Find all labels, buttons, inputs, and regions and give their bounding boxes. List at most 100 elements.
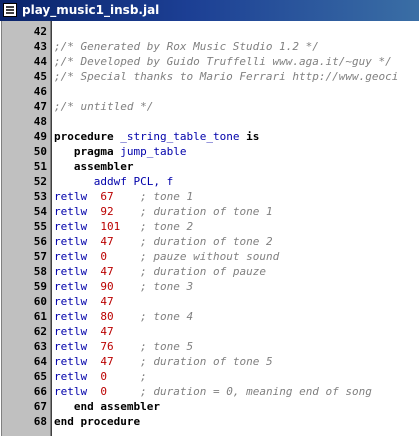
- line-source: retlw 47 ; duration of tone 5: [54, 354, 273, 369]
- line-number: 63: [33, 340, 47, 353]
- comment-text: ; tone 4: [140, 310, 194, 323]
- keyword: procedure: [54, 130, 114, 143]
- instruction: retlw: [54, 310, 88, 323]
- line-number: 67: [33, 400, 47, 413]
- code-line[interactable]: 48: [0, 114, 419, 129]
- instruction: retlw: [54, 370, 88, 383]
- literal-value: 47: [100, 265, 114, 278]
- line-source: retlw 90 ; tone 3: [54, 279, 193, 294]
- code-line[interactable]: 52 addwf PCL, f: [0, 174, 419, 189]
- line-number: 64: [33, 355, 47, 368]
- line-source: ;/* Special thanks to Mario Ferrari http…: [54, 69, 398, 84]
- identifier: _string_table_tone: [120, 130, 240, 143]
- code-line[interactable]: 53 retlw 67 ; tone 1: [0, 189, 419, 204]
- instruction: retlw: [54, 205, 88, 218]
- code-line[interactable]: 67 end assembler: [0, 399, 419, 414]
- line-number: 44: [33, 55, 47, 68]
- code-line[interactable]: 68 end procedure: [0, 414, 419, 429]
- literal-value: 76: [100, 340, 114, 353]
- code-line[interactable]: 45 ;/* Special thanks to Mario Ferrari ht…: [0, 69, 419, 84]
- line-source: retlw 92 ; duration of tone 1: [54, 204, 273, 219]
- line-source: end procedure: [54, 414, 140, 429]
- window-title: play_music1_insb.jal: [22, 3, 160, 17]
- line-source: assembler: [54, 159, 134, 174]
- instruction: retlw: [54, 355, 88, 368]
- line-source: retlw 47: [54, 324, 114, 339]
- code-line[interactable]: 64 retlw 47 ; duration of tone 5: [0, 354, 419, 369]
- instruction: retlw: [54, 220, 88, 233]
- literal-value: 80: [100, 310, 114, 323]
- instruction: retlw: [54, 325, 88, 338]
- line-number: 62: [33, 325, 47, 338]
- code-line[interactable]: 59 retlw 90 ; tone 3: [0, 279, 419, 294]
- code-line[interactable]: 54 retlw 92 ; duration of tone 1: [0, 204, 419, 219]
- code-line[interactable]: 50 pragma jump_table: [0, 144, 419, 159]
- line-number: 61: [33, 310, 47, 323]
- code-line[interactable]: 42: [0, 24, 419, 39]
- code-line[interactable]: 62 retlw 47: [0, 324, 419, 339]
- title-bar[interactable]: play_music1_insb.jal: [0, 0, 419, 21]
- comment-text: ; pauze without sound: [140, 250, 280, 263]
- literal-value: 0: [100, 250, 107, 263]
- line-number: 65: [33, 370, 47, 383]
- code-line[interactable]: 61 retlw 80 ; tone 4: [0, 309, 419, 324]
- line-source: ;/* untitled */: [54, 99, 153, 114]
- code-line[interactable]: 58 retlw 47 ; duration of pauze: [0, 264, 419, 279]
- identifier: addwf PCL, f: [93, 175, 174, 188]
- line-number: 57: [33, 250, 47, 263]
- line-source: retlw 47 ; duration of tone 2: [54, 234, 273, 249]
- line-number: 47: [33, 100, 47, 113]
- code-line[interactable]: 43 ;/* Generated by Rox Music Studio 1.2 …: [0, 39, 419, 54]
- instruction: retlw: [54, 295, 88, 308]
- comment-text: ;: [140, 370, 147, 383]
- line-number: 56: [33, 235, 47, 248]
- keyword: is: [246, 130, 260, 143]
- literal-value: 90: [100, 280, 114, 293]
- code-line[interactable]: 49 procedure _string_table_tone is: [0, 129, 419, 144]
- line-number: 50: [33, 145, 47, 158]
- code-line[interactable]: 65 retlw 0 ;: [0, 369, 419, 384]
- code-line[interactable]: 46: [0, 84, 419, 99]
- line-number: 49: [33, 130, 47, 143]
- instruction: retlw: [54, 190, 88, 203]
- comment-text: ; tone 5: [140, 340, 194, 353]
- line-number: 52: [33, 175, 47, 188]
- line-number: 60: [33, 295, 47, 308]
- comment-text: ; tone 2: [140, 220, 194, 233]
- line-number: 46: [33, 85, 47, 98]
- code-line[interactable]: 44 ;/* Developed by Guido Truffelli www.a…: [0, 54, 419, 69]
- comment-text: ;/* Special thanks to Mario Ferrari http…: [54, 70, 399, 83]
- keyword: assembler: [73, 160, 134, 173]
- line-source: addwf PCL, f: [54, 174, 173, 189]
- comment-text: ; duration of tone 1: [140, 205, 273, 218]
- line-number: 43: [33, 40, 47, 53]
- line-number: 42: [33, 25, 47, 38]
- literal-value: 47: [100, 295, 114, 308]
- instruction: retlw: [54, 250, 88, 263]
- comment-text: ; tone 3: [140, 280, 194, 293]
- code-line[interactable]: 63 retlw 76 ; tone 5: [0, 339, 419, 354]
- code-line[interactable]: 56 retlw 47 ; duration of tone 2: [0, 234, 419, 249]
- literal-value: 101: [100, 220, 121, 233]
- code-line[interactable]: 47 ;/* untitled */: [0, 99, 419, 114]
- keyword: end assembler: [73, 400, 160, 413]
- keyword: pragma: [73, 145, 114, 158]
- literal-value: 92: [100, 205, 114, 218]
- literal-value: 47: [100, 235, 114, 248]
- code-editor[interactable]: 42 43 ;/* Generated by Rox Music Studio 1.…: [0, 24, 419, 429]
- line-source: retlw 101 ; tone 2: [54, 219, 193, 234]
- literal-value: 47: [100, 325, 114, 338]
- line-number: 58: [33, 265, 47, 278]
- line-source: retlw 0 ;: [54, 369, 147, 384]
- code-line[interactable]: 60 retlw 47: [0, 294, 419, 309]
- literal-value: 0: [100, 385, 107, 398]
- code-line[interactable]: 55 retlw 101 ; tone 2: [0, 219, 419, 234]
- comment-text: ; duration of tone 2: [140, 235, 273, 248]
- literal-value: 67: [100, 190, 114, 203]
- comment-text: ; tone 1: [140, 190, 194, 203]
- code-line[interactable]: 57 retlw 0 ; pauze without sound: [0, 249, 419, 264]
- code-line[interactable]: 51 assembler: [0, 159, 419, 174]
- line-source: retlw 47: [54, 294, 114, 309]
- code-line[interactable]: 66 retlw 0 ; duration = 0, meaning end of…: [0, 384, 419, 399]
- line-number: 54: [33, 205, 47, 218]
